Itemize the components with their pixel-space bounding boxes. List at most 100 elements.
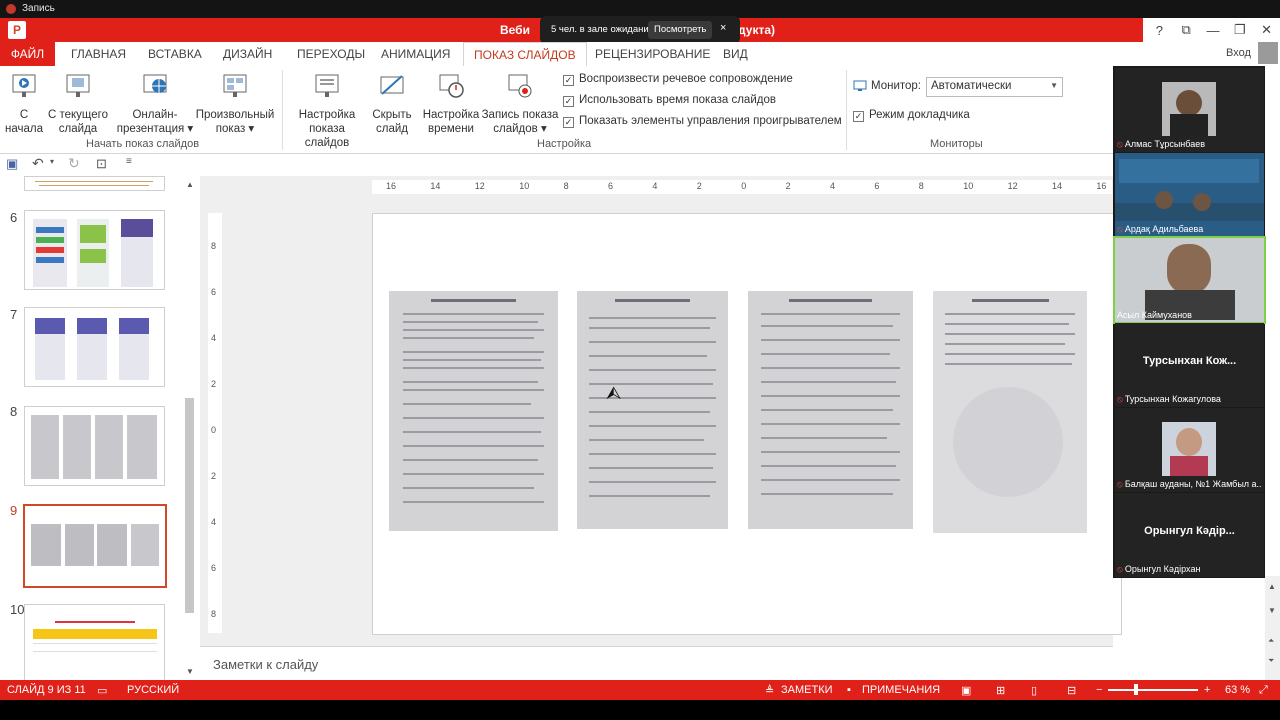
participant-tile-active-speaker[interactable]: Асыл Каймуханов [1113, 236, 1266, 324]
tab-transitions[interactable]: ПЕРЕХОДЫ [297, 42, 365, 66]
narration-checkbox[interactable]: ✓ Воспроизвести речевое сопровождение [563, 73, 793, 86]
help-button[interactable]: ? [1147, 23, 1171, 38]
media-controls-checkbox[interactable]: ✓ Показать элементы управления проигрыват… [563, 115, 842, 128]
scrollbar-thumb[interactable] [185, 398, 194, 613]
from-current-line1: С текущего [47, 109, 108, 121]
notes-placeholder: Заметки к слайду [213, 657, 319, 672]
ruler-tick-label: 14 [1052, 181, 1063, 191]
record-show-button[interactable]: Запись показа слайдов ▾ [480, 72, 560, 136]
ruler-tick-label: 4 [211, 517, 217, 527]
current-slide[interactable] [372, 213, 1122, 635]
scroll-up-icon[interactable]: ▲ [186, 180, 194, 189]
participant-tile[interactable]: Турсынхан Кож... ⦸ Турсынхан Кожагулова [1115, 323, 1264, 407]
setup-show-button[interactable]: Настройка показа слайдов [286, 72, 368, 150]
notes-pane[interactable]: Заметки к слайду [200, 646, 1113, 680]
scroll-up-icon[interactable]: ▲ [1268, 582, 1276, 591]
normal-view-icon[interactable]: ▣ [961, 684, 971, 697]
slide-thumbnail-9[interactable] [23, 504, 167, 588]
ribbon-separator [846, 70, 847, 150]
globe-icon [143, 74, 167, 93]
notes-toggle[interactable]: ЗАМЕТКИ [781, 684, 833, 696]
timing-line1: Настройка [422, 109, 480, 121]
comments-toggle[interactable]: ПРИМЕЧАНИЯ [862, 684, 940, 696]
ruler-tick-label: 4 [211, 333, 217, 343]
zoom-out-icon[interactable]: − [1096, 684, 1102, 696]
slides-scrollbar[interactable]: ▲ ▼ [184, 178, 196, 678]
hide-slide-button[interactable]: Скрыть слайд [370, 72, 414, 136]
language-indicator[interactable]: РУССКИЙ [127, 684, 179, 696]
powerpoint-icon[interactable]: P [8, 21, 26, 39]
scroll-down-icon[interactable]: ▼ [186, 667, 194, 676]
book-page-photo [933, 291, 1087, 533]
scroll-down-icon[interactable]: ▼ [1268, 606, 1276, 615]
participant-tile[interactable]: ⦸ Алмас Тұрсынбаев [1115, 68, 1264, 152]
zoom-slider[interactable] [1108, 689, 1198, 691]
participant-name: Балқаш ауданы, №1 Жамбыл а... [1124, 479, 1262, 489]
view-waiting-button[interactable]: Посмотреть [648, 21, 713, 39]
slide-thumbnail-8[interactable] [24, 406, 165, 486]
check-icon: ✓ [563, 75, 574, 86]
editor-scrollbar[interactable]: ▲ ▼ ⏶ ⏷ [1265, 576, 1280, 680]
close-icon[interactable]: ✕ [1255, 22, 1279, 38]
tab-view[interactable]: ВИД [723, 42, 748, 66]
fit-to-window-icon[interactable]: ⤢ [1259, 684, 1268, 697]
redo-icon[interactable]: ↻ [68, 155, 80, 172]
from-start-button[interactable]: С начала [4, 72, 44, 136]
zoom-slider-handle[interactable] [1134, 684, 1138, 695]
slide-sorter-icon[interactable]: ⊞ [996, 684, 1005, 697]
media-controls-label: Показать элементы управления проигрывате… [579, 115, 842, 127]
timings-checkbox[interactable]: ✓ Использовать время показа слайдов [563, 94, 776, 107]
rehearse-timings-button[interactable]: Настройка времени [420, 72, 482, 136]
tab-slideshow[interactable]: ПОКАЗ СЛАЙДОВ [463, 42, 587, 66]
slide-number: 7 [10, 307, 18, 322]
online-presentation-button[interactable]: Онлайн- презентация ▾ [116, 72, 194, 136]
notes-toggle-icon[interactable]: ≜ [765, 684, 774, 697]
participant-tile[interactable]: ⦸ Балқаш ауданы, №1 Жамбыл а... [1115, 408, 1264, 492]
presenter-view-checkbox[interactable]: ✓ Режим докладчика [853, 109, 970, 122]
ruler-tick-label: 10 [519, 181, 530, 191]
slide-thumbnail-7[interactable] [24, 307, 165, 387]
slide-thumbnail-5[interactable] [24, 176, 165, 191]
save-icon[interactable]: ▣ [6, 156, 18, 172]
participant-tile[interactable]: ⦸ Ардақ Адильбаева [1115, 153, 1264, 237]
present-icon[interactable]: ⊡ [96, 156, 107, 172]
custom-show-button[interactable]: Произвольный показ ▾ [194, 72, 276, 136]
tab-design[interactable]: ДИЗАЙН [223, 42, 272, 66]
from-current-button[interactable]: С текущего слайда [46, 72, 110, 136]
participant-tile[interactable]: Орынгул Кәдір... ⦸ Орынгул Кәдірхан [1115, 493, 1264, 577]
comments-icon[interactable]: ▪ [847, 684, 851, 696]
tab-insert[interactable]: ВСТАВКА [148, 42, 202, 66]
slide-thumbnail-10[interactable] [24, 604, 165, 684]
tab-file[interactable]: ФАЙЛ [0, 42, 55, 66]
participant-video [1162, 82, 1216, 136]
undo-dropdown-icon[interactable]: ▾ [50, 157, 54, 166]
sign-in-link[interactable]: Вход [1226, 47, 1251, 59]
slide-number: 10 [10, 602, 25, 617]
play-from-start-icon [12, 74, 36, 97]
ruler-tick-label: 14 [430, 181, 441, 191]
minimize-icon[interactable]: — [1201, 23, 1225, 38]
tab-review[interactable]: РЕЦЕНЗИРОВАНИЕ [595, 42, 710, 66]
zoom-level[interactable]: 63 % [1225, 684, 1250, 696]
slideshow-view-icon[interactable]: ⊟ [1067, 684, 1076, 697]
waiting-room-popup: 5 чел. в зале ожидания Посмотреть × [540, 16, 740, 44]
tab-animation[interactable]: АНИМАЦИЯ [381, 42, 450, 66]
spellcheck-icon[interactable]: ▭ [97, 684, 107, 697]
next-slide-icon[interactable]: ⏷ [1268, 656, 1274, 666]
monitor-select[interactable]: Автоматически ▼ [926, 77, 1063, 97]
previous-slide-icon[interactable]: ⏶ [1268, 636, 1274, 646]
undo-icon[interactable]: ↶ [32, 155, 44, 172]
from-start-line2: начала [5, 123, 43, 135]
slide-number: 9 [10, 503, 18, 518]
close-popup-icon[interactable]: × [720, 22, 726, 34]
participant-video [1167, 244, 1211, 294]
restore-icon[interactable]: ❐ [1228, 22, 1252, 38]
tab-home[interactable]: ГЛАВНАЯ [71, 42, 126, 66]
customize-qat-icon[interactable]: ≡ [126, 156, 132, 167]
reading-view-icon[interactable]: ▯ [1031, 684, 1037, 697]
account-avatar[interactable] [1258, 42, 1278, 64]
ribbon-display-icon[interactable]: ⧉ [1174, 22, 1198, 38]
slide-thumbnail-6[interactable] [24, 210, 165, 290]
hide-line2: слайд [376, 123, 408, 135]
zoom-in-icon[interactable]: + [1204, 684, 1210, 696]
